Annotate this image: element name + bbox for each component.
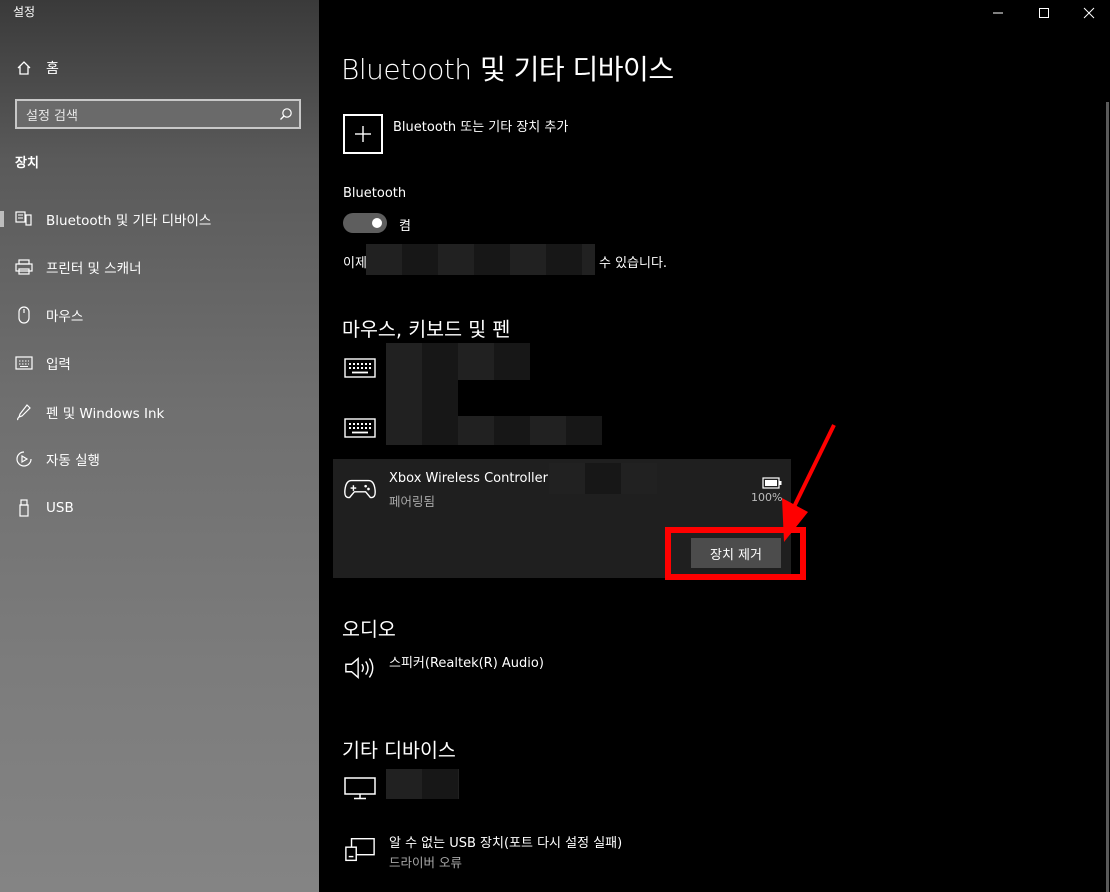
redacted-pc-name (366, 244, 595, 275)
close-icon (1083, 7, 1095, 19)
sidebar-item-label: 입력 (46, 357, 71, 373)
discoverable-text-suffix: 수 있습니다. (599, 256, 668, 271)
add-device-label[interactable]: Bluetooth 또는 기타 장치 추가 (393, 116, 568, 135)
bluetooth-devices-icon (0, 211, 46, 227)
redacted-device-name (386, 343, 530, 380)
section-title-other-devices: 기타 디바이스 (342, 739, 456, 762)
sidebar-home[interactable]: 홈 (16, 58, 59, 78)
home-label: 홈 (46, 61, 59, 77)
minimize-button[interactable] (975, 0, 1021, 26)
sidebar: 설정 홈 설정 검색 장치 Bluetooth 및 기타 디바이스 프린터 및 … (0, 0, 319, 892)
annotation-arrow-icon (782, 424, 836, 542)
section-title-audio: 오디오 (342, 618, 396, 641)
bluetooth-label: Bluetooth (343, 186, 407, 201)
toggle-knob (372, 218, 382, 228)
unknown-device-icon[interactable] (344, 838, 376, 862)
close-button[interactable] (1066, 0, 1110, 26)
printer-icon (0, 259, 46, 275)
app-title: 설정 (13, 5, 36, 19)
sidebar-item-printers[interactable]: 프린터 및 스캐너 (0, 252, 319, 282)
keyboard-icon[interactable] (344, 356, 376, 380)
redacted-device-name (386, 416, 602, 445)
keyboard-icon[interactable] (344, 416, 376, 440)
sidebar-section-title: 장치 (15, 156, 39, 171)
sidebar-item-label: 자동 실행 (46, 453, 100, 469)
speaker-icon[interactable] (344, 656, 376, 680)
gamepad-icon (344, 477, 376, 501)
maximize-button[interactable] (1021, 0, 1067, 26)
sidebar-item-mouse[interactable]: 마우스 (0, 300, 319, 330)
sidebar-item-input[interactable]: 입력 (0, 348, 319, 378)
sidebar-item-bluetooth[interactable]: Bluetooth 및 기타 디바이스 (0, 204, 319, 234)
minimize-icon (993, 12, 1003, 14)
pen-icon (0, 403, 46, 421)
bluetooth-state: 켬 (399, 219, 411, 234)
sidebar-item-label: 펜 및 Windows Ink (46, 406, 165, 422)
redacted-device-name (386, 769, 459, 799)
scrollbar[interactable] (1106, 102, 1109, 892)
home-icon (17, 61, 31, 75)
controller-status: 페어링됨 (389, 494, 436, 509)
page-title: Bluetooth 및 기타 디바이스 (341, 53, 674, 86)
add-device-button[interactable] (343, 114, 383, 154)
usb-error-label[interactable]: 알 수 없는 USB 장치(포트 다시 설정 실패) (389, 832, 622, 851)
keyboard-icon (0, 356, 46, 370)
usb-icon (0, 499, 46, 517)
bluetooth-toggle[interactable] (343, 213, 387, 233)
sidebar-item-label: USB (46, 500, 74, 516)
search-input[interactable]: 설정 검색 (17, 105, 273, 124)
sidebar-item-label: 프린터 및 스캐너 (46, 261, 142, 277)
sidebar-item-label: 마우스 (46, 309, 84, 325)
search-icon[interactable] (273, 107, 299, 121)
sidebar-item-usb[interactable]: USB (0, 493, 319, 523)
plus-icon (355, 126, 371, 142)
redacted-device-status (386, 380, 458, 416)
sidebar-item-pen[interactable]: 펜 및 Windows Ink (0, 397, 319, 427)
redacted-controller-suffix (549, 463, 657, 494)
speaker-label[interactable]: 스피커(Realtek(R) Audio) (389, 652, 544, 671)
sidebar-item-label: Bluetooth 및 기타 디바이스 (46, 213, 212, 229)
maximize-icon (1039, 8, 1049, 18)
mouse-icon (0, 306, 46, 324)
monitor-icon[interactable] (344, 776, 376, 800)
settings-search-box[interactable]: 설정 검색 (15, 99, 301, 129)
autoplay-icon (0, 450, 46, 468)
section-title-input-devices: 마우스, 키보드 및 펜 (342, 318, 511, 341)
usb-error-status: 드라이버 오류 (389, 855, 462, 870)
sidebar-item-autoplay[interactable]: 자동 실행 (0, 444, 319, 474)
controller-name: Xbox Wireless Controller (389, 471, 549, 486)
discoverable-text-prefix: 이제 (343, 256, 367, 271)
